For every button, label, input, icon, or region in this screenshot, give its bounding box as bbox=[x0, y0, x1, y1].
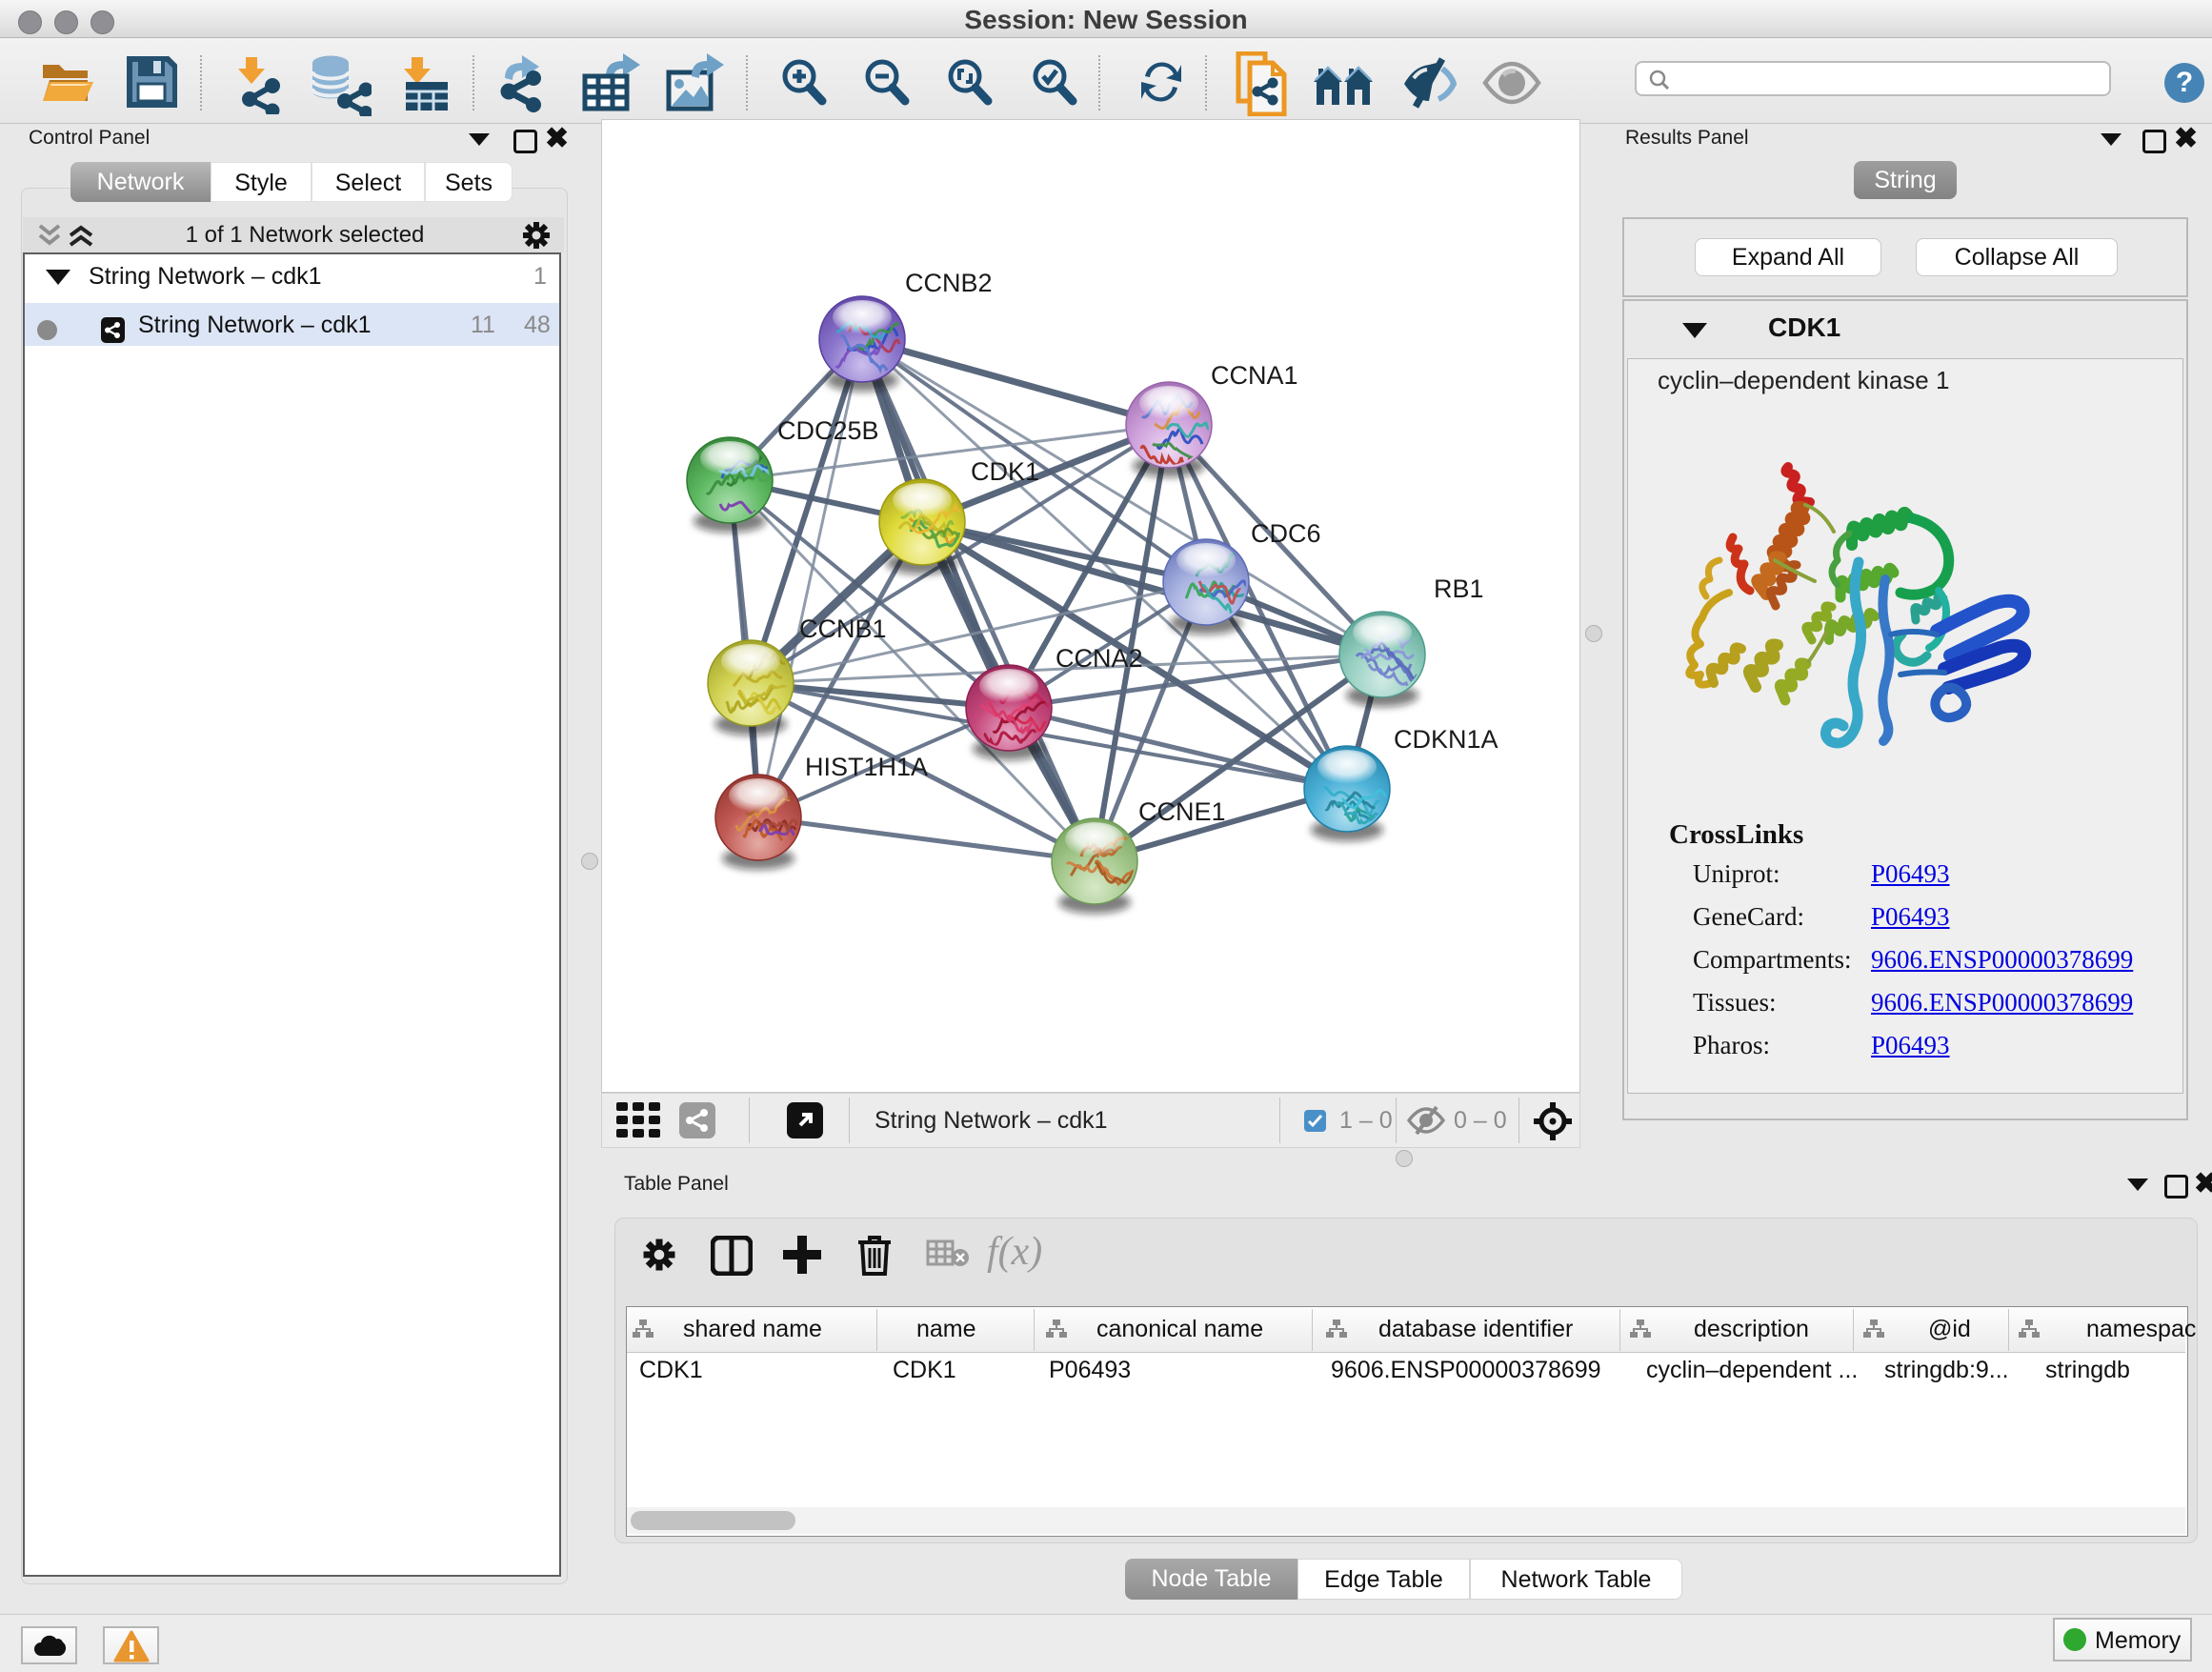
svg-text:CCNA2: CCNA2 bbox=[1056, 644, 1143, 673]
svg-text:HIST1H1A: HIST1H1A bbox=[805, 753, 928, 781]
svg-text:CDK1: CDK1 bbox=[971, 457, 1039, 486]
svg-text:CCNB2: CCNB2 bbox=[905, 269, 993, 297]
svg-text:CDC25B: CDC25B bbox=[777, 416, 879, 445]
svg-text:CCNB1: CCNB1 bbox=[799, 614, 887, 643]
svg-text:CDKN1A: CDKN1A bbox=[1394, 725, 1498, 754]
svg-text:CCNE1: CCNE1 bbox=[1138, 797, 1226, 826]
svg-text:CDC6: CDC6 bbox=[1251, 519, 1321, 548]
svg-text:RB1: RB1 bbox=[1434, 574, 1484, 603]
svg-text:CCNA1: CCNA1 bbox=[1211, 361, 1298, 390]
